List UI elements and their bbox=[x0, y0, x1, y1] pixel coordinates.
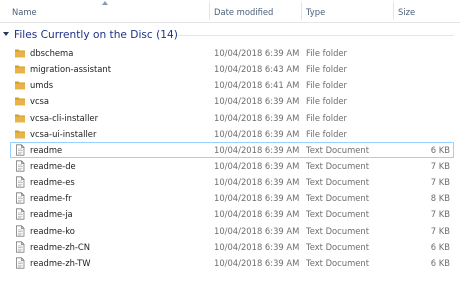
file-row[interactable]: readme-zh-CN 10/04/2018 6:39 AM Text Docum… bbox=[0, 239, 460, 255]
file-name: umds bbox=[30, 80, 54, 91]
file-row[interactable]: umds 10/04/2018 6:41 AM File folder bbox=[0, 77, 460, 93]
file-name: readme-zh-TW bbox=[30, 257, 91, 268]
file-size: 7 KB bbox=[430, 225, 450, 236]
folder-icon bbox=[14, 95, 26, 107]
file-size: 6 KB bbox=[430, 257, 450, 268]
file-type: File folder bbox=[306, 80, 347, 91]
folder-icon bbox=[14, 63, 26, 75]
text-document-icon bbox=[14, 257, 26, 269]
file-name: readme-es bbox=[30, 177, 75, 188]
file-type: File folder bbox=[306, 64, 347, 75]
file-date-modified: 10/04/2018 6:39 AM bbox=[214, 48, 300, 58]
file-size: 6 KB bbox=[430, 144, 450, 155]
file-type: File folder bbox=[306, 112, 347, 123]
file-size: 7 KB bbox=[430, 160, 450, 171]
file-list: dbschema 10/04/2018 6:39 AM File folder mig… bbox=[0, 45, 460, 271]
file-date-modified: 10/04/2018 6:39 AM bbox=[214, 241, 300, 252]
folder-icon bbox=[14, 128, 26, 140]
file-row[interactable]: vcsa-ui-installer 10/04/2018 6:39 AM File … bbox=[0, 126, 460, 142]
column-header-size[interactable]: Size bbox=[398, 0, 415, 22]
file-size: 8 KB bbox=[430, 193, 450, 204]
file-date-modified: 10/04/2018 6:39 AM bbox=[214, 128, 300, 139]
file-name: readme-zh-CN bbox=[30, 241, 91, 252]
file-date-modified: 10/04/2018 6:39 AM bbox=[214, 193, 300, 204]
file-row[interactable]: readme-ja 10/04/2018 6:39 AM Text Document… bbox=[0, 206, 460, 222]
text-document-icon bbox=[14, 192, 26, 204]
text-document-icon bbox=[14, 160, 26, 172]
file-date-modified: 10/04/2018 6:39 AM bbox=[214, 257, 300, 268]
group-header[interactable]: Files Currently on the Disc (14) bbox=[0, 27, 460, 43]
group-divider bbox=[178, 35, 454, 36]
file-date-modified: 10/04/2018 6:43 AM bbox=[214, 64, 300, 75]
folder-icon bbox=[14, 112, 26, 124]
file-row[interactable]: readme-fr 10/04/2018 6:39 AM Text Document… bbox=[0, 190, 460, 206]
file-row[interactable]: dbschema 10/04/2018 6:39 AM File folder bbox=[0, 45, 460, 61]
file-date-modified: 10/04/2018 6:39 AM bbox=[214, 160, 300, 171]
file-type: Text Document bbox=[306, 144, 369, 155]
file-type: Text Document bbox=[306, 193, 369, 204]
file-name: migration-assistant bbox=[30, 64, 111, 75]
file-type: Text Document bbox=[306, 209, 369, 220]
file-name: vcsa bbox=[30, 96, 50, 107]
file-type: File folder bbox=[306, 96, 347, 107]
text-document-icon bbox=[14, 241, 26, 253]
file-row[interactable]: vcsa-cli-installer 10/04/2018 6:39 AM File… bbox=[0, 110, 460, 126]
file-name: vcsa-cli-installer bbox=[30, 112, 99, 123]
file-name: vcsa-ui-installer bbox=[30, 128, 97, 139]
column-divider[interactable] bbox=[393, 2, 394, 20]
chevron-down-icon[interactable] bbox=[3, 32, 9, 36]
file-size: 6 KB bbox=[430, 241, 450, 252]
file-date-modified: 10/04/2018 6:39 AM bbox=[214, 112, 300, 123]
file-date-modified: 10/04/2018 6:39 AM bbox=[214, 177, 300, 188]
file-name: readme-ja bbox=[30, 209, 73, 220]
text-document-icon bbox=[14, 224, 26, 237]
column-header-type[interactable]: Type bbox=[306, 0, 325, 22]
file-date-modified: 10/04/2018 6:39 AM bbox=[214, 225, 300, 236]
file-size: 7 KB bbox=[430, 209, 450, 220]
file-row[interactable]: readme 10/04/2018 6:39 AM Text Document 6 K… bbox=[0, 141, 460, 158]
file-date-modified: 10/04/2018 6:41 AM bbox=[214, 80, 300, 91]
file-date-modified: 10/04/2018 6:39 AM bbox=[214, 96, 300, 107]
column-header-date-modified[interactable]: Date modified bbox=[214, 0, 273, 22]
text-document-icon bbox=[14, 144, 26, 156]
file-type: Text Document bbox=[306, 241, 369, 252]
text-document-icon bbox=[14, 208, 26, 221]
sort-ascending-icon bbox=[102, 1, 108, 5]
file-explorer-view: Name Date modified Type Size Files Curre… bbox=[0, 0, 460, 283]
file-size: 7 KB bbox=[430, 177, 450, 188]
file-name: readme-de bbox=[30, 160, 76, 171]
file-row[interactable]: migration-assistant 10/04/2018 6:43 AM Fil… bbox=[0, 61, 460, 77]
column-divider[interactable] bbox=[301, 2, 302, 20]
file-name: dbschema bbox=[30, 48, 74, 58]
text-document-icon bbox=[14, 176, 26, 188]
column-header-bar: Name Date modified Type Size bbox=[0, 0, 460, 23]
file-row[interactable]: readme-ko 10/04/2018 6:39 AM Text Document… bbox=[0, 223, 460, 239]
file-date-modified: 10/04/2018 6:39 AM bbox=[214, 209, 300, 220]
file-name: readme-fr bbox=[30, 193, 72, 204]
file-row[interactable]: readme-es 10/04/2018 6:39 AM Text Document… bbox=[0, 174, 460, 190]
column-header-name[interactable]: Name bbox=[12, 0, 37, 22]
file-row[interactable]: readme-zh-TW 10/04/2018 6:39 AM Text Docum… bbox=[0, 255, 460, 271]
file-type: Text Document bbox=[306, 160, 369, 171]
file-row[interactable]: vcsa 10/04/2018 6:39 AM File folder bbox=[0, 93, 460, 109]
file-name: readme bbox=[30, 144, 63, 155]
file-type: Text Document bbox=[306, 177, 369, 188]
folder-icon bbox=[14, 47, 26, 59]
file-row[interactable]: readme-de 10/04/2018 6:39 AM Text Document… bbox=[0, 158, 460, 174]
group-title: Files Currently on the Disc (14) bbox=[14, 29, 178, 41]
file-type: File folder bbox=[306, 48, 347, 58]
folder-icon bbox=[14, 79, 26, 91]
file-date-modified: 10/04/2018 6:39 AM bbox=[214, 144, 300, 155]
file-type: Text Document bbox=[306, 257, 369, 268]
file-name: readme-ko bbox=[30, 225, 75, 236]
file-type: File folder bbox=[306, 128, 347, 139]
column-divider[interactable] bbox=[209, 2, 210, 20]
file-type: Text Document bbox=[306, 225, 369, 236]
